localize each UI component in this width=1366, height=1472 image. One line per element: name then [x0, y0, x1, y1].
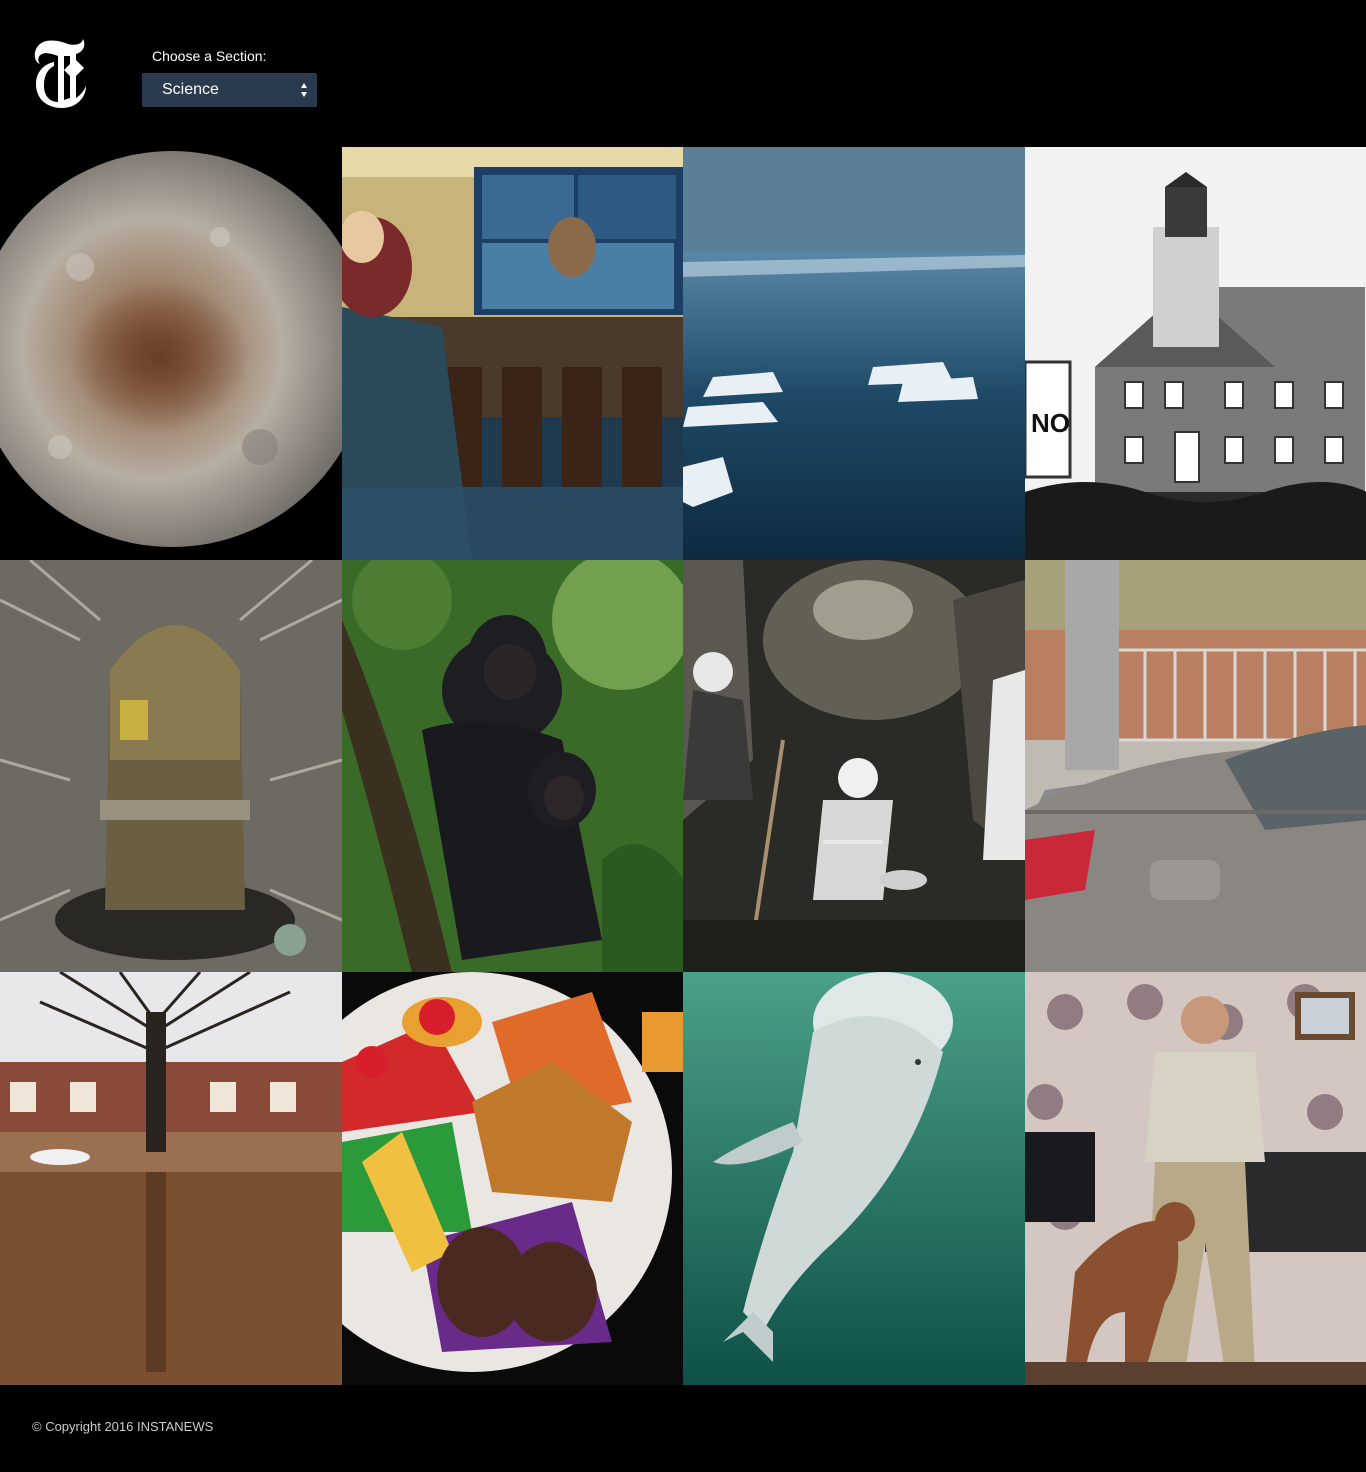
article-grid: NO: [0, 147, 1366, 1385]
article-tile-cave[interactable]: [683, 560, 1025, 973]
select-arrows-icon: [301, 83, 307, 97]
nyt-logo-icon[interactable]: [28, 32, 92, 112]
article-tile-hearing[interactable]: [342, 147, 684, 560]
section-select[interactable]: Science: [142, 73, 317, 107]
svg-text:NO: NO: [1031, 408, 1070, 438]
icebergs-image: [683, 147, 1025, 560]
article-tile-man-dog[interactable]: [1025, 972, 1366, 1385]
bonobos-image: [342, 560, 684, 973]
article-tile-icebergs[interactable]: [683, 147, 1025, 560]
article-tile-plate[interactable]: [342, 972, 684, 1385]
section-select-value: Science: [162, 81, 219, 98]
article-tile-beluga[interactable]: [683, 972, 1025, 1385]
article-tile-silo[interactable]: [0, 560, 342, 973]
cave-image: [683, 560, 1025, 973]
article-tile-bonobos[interactable]: [342, 560, 684, 973]
article-tile-flood[interactable]: [0, 972, 342, 1385]
article-tile-charon[interactable]: [0, 147, 342, 560]
hearing-image: [342, 147, 684, 560]
lighthouse-image: NO: [1025, 147, 1366, 560]
man-dog-image: [1025, 972, 1366, 1385]
charon-moon-image: [0, 147, 342, 560]
missile-silo-image: [0, 560, 342, 973]
car-image: [1025, 560, 1366, 973]
section-label: Choose a Section:: [152, 48, 267, 64]
flood-image: [0, 972, 342, 1385]
food-plate-image: [342, 972, 684, 1385]
header: Choose a Section: Science: [0, 0, 1366, 147]
article-tile-lighthouse[interactable]: NO: [1025, 147, 1366, 560]
footer-copyright: © Copyright 2016 INSTANEWS: [32, 1419, 214, 1434]
article-tile-car[interactable]: [1025, 560, 1366, 973]
beluga-image: [683, 972, 1025, 1385]
